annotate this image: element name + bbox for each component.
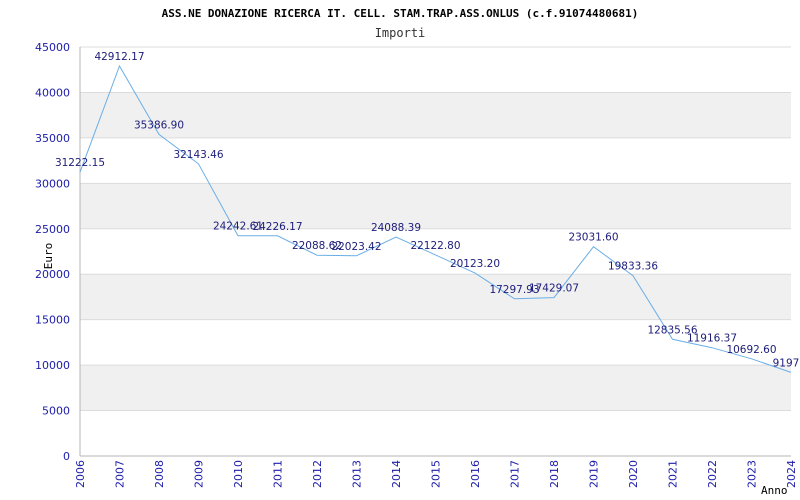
y-tick-label: 10000	[35, 359, 70, 372]
x-tick-label: 2018	[548, 460, 561, 488]
y-axis-label: Euro	[42, 243, 55, 270]
x-tick-label: 2023	[746, 460, 759, 488]
x-axis-label: Anno	[761, 484, 788, 497]
x-tick-label: 2007	[114, 460, 127, 488]
data-label: 9197.7	[773, 357, 800, 369]
data-label: 24088.39	[371, 222, 421, 234]
x-tick-label: 2011	[272, 460, 285, 488]
y-tick-label: 0	[63, 450, 70, 463]
x-tick-label: 2020	[627, 460, 640, 488]
data-label: 42912.17	[94, 51, 144, 63]
x-tick-labels: 2006 2007 2008 2009 2010 2011 2012 2013 2014 2015…	[74, 460, 798, 488]
data-label: 10692.60	[726, 344, 776, 356]
x-tick-label: 2014	[390, 460, 403, 488]
x-tick-label: 2008	[153, 460, 166, 488]
grid-band	[80, 183, 791, 229]
y-tick-label: 5000	[42, 405, 70, 418]
data-label: 24226.17	[252, 221, 302, 233]
grid-band	[80, 274, 791, 320]
x-tick-label: 2015	[430, 460, 443, 488]
x-tick-label: 2022	[706, 460, 719, 488]
x-tick-label: 2009	[193, 460, 206, 488]
grid-band	[80, 365, 791, 411]
x-tick-label: 2016	[469, 460, 482, 488]
x-tick-label: 2021	[667, 460, 680, 488]
data-label: 31222.15	[55, 157, 105, 169]
data-label: 23031.60	[568, 232, 618, 244]
data-label: 20123.20	[450, 258, 500, 270]
data-label: 32143.46	[173, 149, 223, 161]
y-tick-label: 35000	[35, 132, 70, 145]
x-tick-label: 2012	[311, 460, 324, 488]
y-tick-label: 25000	[35, 223, 70, 236]
data-label: 22122.80	[410, 240, 460, 252]
y-tick-label: 30000	[35, 177, 70, 190]
chart-subtitle: Importi	[375, 26, 426, 40]
y-tick-label: 15000	[35, 314, 70, 327]
x-tick-label: 2006	[74, 460, 87, 488]
data-label: 22023.42	[331, 241, 381, 253]
x-tick-label: 2019	[588, 460, 601, 488]
data-label: 35386.90	[134, 119, 184, 131]
chart-title: ASS.NE DONAZIONE RICERCA IT. CELL. STAM.…	[162, 7, 639, 20]
y-tick-label: 40000	[35, 86, 70, 99]
x-tick-label: 2010	[232, 460, 245, 488]
grid-band	[80, 92, 791, 138]
line-chart: ASS.NE DONAZIONE RICERCA IT. CELL. STAM.…	[35, 7, 800, 497]
data-label: 17429.07	[529, 283, 579, 295]
x-tick-label: 2013	[351, 460, 364, 488]
data-label: 19833.36	[608, 261, 658, 273]
y-tick-label: 45000	[35, 41, 70, 54]
x-tick-label: 2017	[509, 460, 522, 488]
